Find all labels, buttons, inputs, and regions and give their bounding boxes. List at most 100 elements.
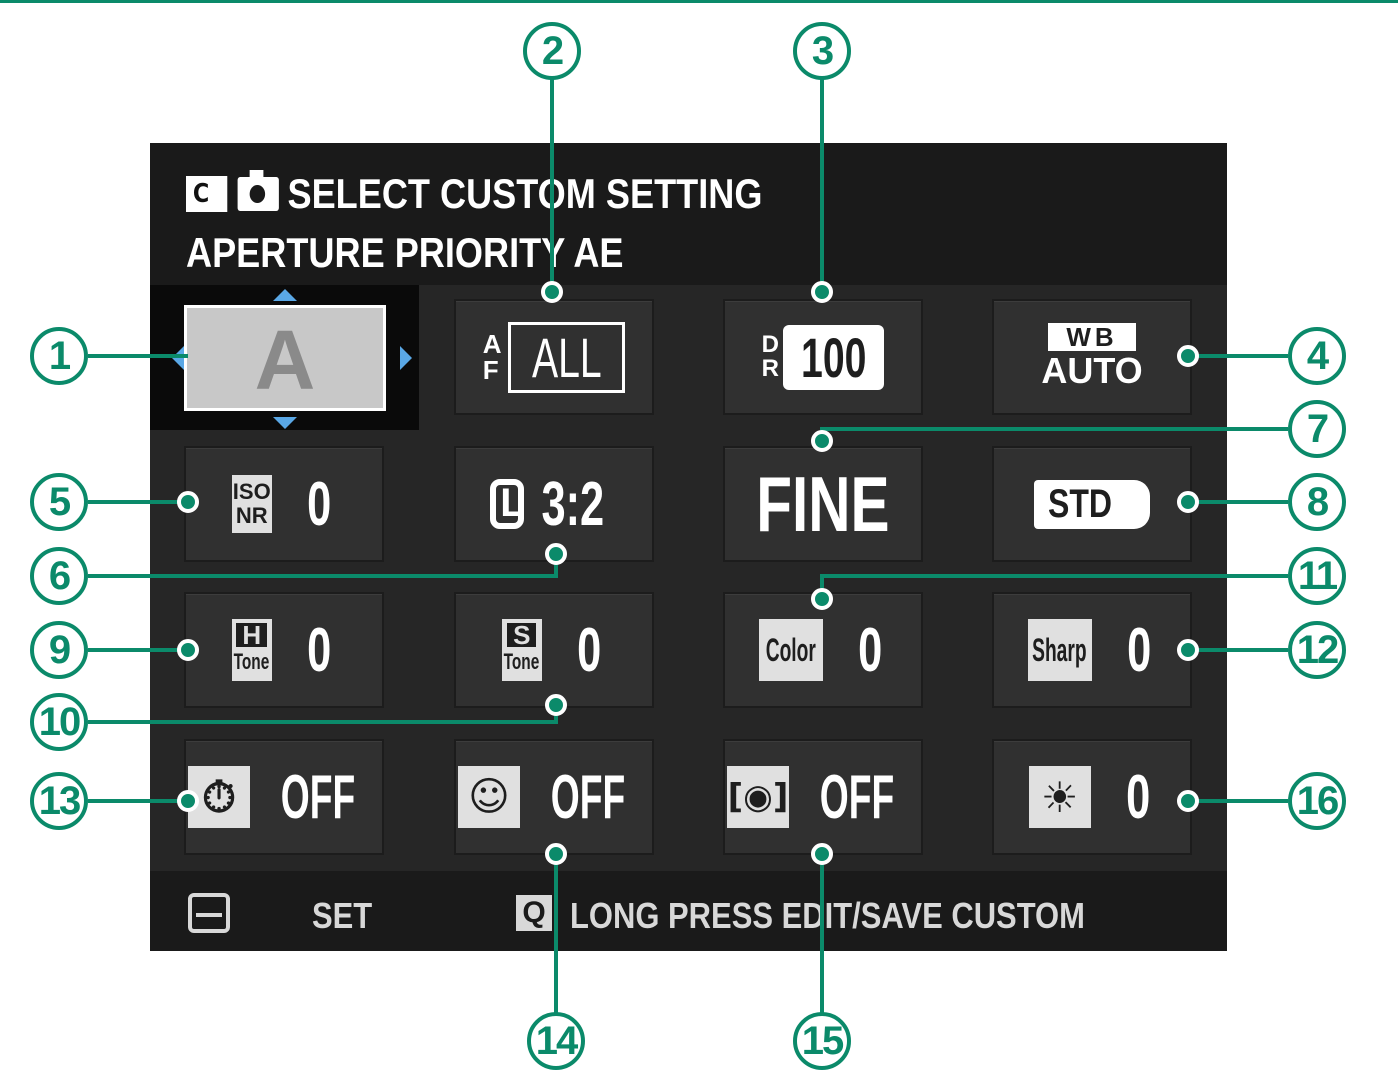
exposure-mode-tile[interactable]: A [184,305,386,411]
left-arrow-icon[interactable] [172,346,184,370]
set-label: SET [312,895,373,936]
right-arrow-icon[interactable] [400,346,412,370]
callout-line-13 [88,799,188,803]
top-rule [0,0,1398,3]
self-timer-value: OFF [280,762,356,832]
callout-dot-15 [811,843,833,865]
brightness-value: 0 [1125,762,1151,832]
callout-dot-9 [177,639,199,661]
callout-15: 15 [793,1012,851,1070]
callout-dot-4 [1177,345,1199,367]
callout-7: 7 [1288,400,1346,458]
callout-dot-10 [545,694,567,716]
callout-line-11h [820,574,1288,578]
callout-dot-8 [1177,491,1199,513]
callout-line-6h [88,574,558,578]
screen-footer: SET Q LONG PRESS EDIT/SAVE CUSTOM [150,871,1227,951]
callout-line-8 [1188,500,1288,504]
callout-dot-14 [545,843,567,865]
callout-6: 6 [30,547,88,605]
callout-1: 1 [30,327,88,385]
callout-14: 14 [527,1012,585,1070]
af-mode-tile[interactable]: AF ALL [454,299,654,415]
callout-dot-7 [811,430,833,452]
callout-line-9 [88,648,188,652]
face-detection-tile[interactable]: ☺ OFF [454,739,654,855]
screen-header: C SELECT CUSTOM SETTING APERTURE PRIORIT… [150,143,1227,285]
callout-line-10h [88,720,558,724]
callout-dot-16 [1177,790,1199,812]
q-button-icon: Q [516,895,552,931]
callout-12: 12 [1288,621,1346,679]
af-mode-value: ALL [531,325,602,389]
white-balance-tile[interactable]: WB AUTO [992,299,1192,415]
image-quality-value: FINE [756,459,890,548]
brightness-tile[interactable]: ☀ 0 [992,739,1192,855]
dr-icon: DR [761,331,779,382]
callout-11: 11 [1288,547,1346,605]
callout-3: 3 [793,22,851,80]
eye-detection-value: OFF [819,762,895,832]
page-subtitle: APERTURE PRIORITY AE [186,229,624,276]
white-balance-value: AUTO [1041,350,1143,391]
title-row: C SELECT CUSTOM SETTING [186,170,763,217]
long-press-hint: LONG PRESS EDIT/SAVE CUSTOM [570,895,1085,936]
callout-8: 8 [1288,473,1346,531]
callout-dot-5 [177,491,199,513]
callout-dot-13 [177,790,199,812]
callout-16: 16 [1288,772,1346,830]
callout-dot-2 [541,281,563,303]
eye-detection-tile[interactable]: [◉] OFF [723,739,923,855]
highlight-tone-value: 0 [306,615,332,685]
film-simulation-tile[interactable]: STD [992,446,1192,562]
callout-line-12 [1188,648,1288,652]
camera-screen: C SELECT CUSTOM SETTING APERTURE PRIORIT… [150,143,1227,951]
callout-9: 9 [30,621,88,679]
film-simulation-value: STD [1048,481,1112,526]
iso-nr-icon: ISO NR [231,475,272,533]
dynamic-range-value: 100 [800,325,867,389]
callout-dot-11 [811,588,833,610]
callout-line-16 [1188,799,1288,803]
callout-2: 2 [523,22,581,80]
command-dial-icon [188,893,230,933]
callout-4: 4 [1288,327,1346,385]
callout-line-4 [1188,354,1288,358]
callout-dot-12 [1177,639,1199,661]
iso-nr-tile[interactable]: ISO NR 0 [184,446,384,562]
animal-detection-icon: [◉] [727,766,789,828]
exposure-mode-value: A [254,313,316,407]
self-timer-tile[interactable]: ⏱ OFF [184,739,384,855]
callout-10: 10 [30,693,88,751]
shadow-tone-value: 0 [576,615,602,685]
shadow-tone-icon: S Tone [501,619,542,681]
image-size-icon: L [490,479,525,529]
sharpness-tile[interactable]: Sharp 0 [992,592,1192,708]
callout-line-1 [88,354,188,358]
wb-icon: WB [1048,323,1136,351]
af-icon: AF [482,329,502,385]
down-arrow-icon[interactable] [273,417,297,429]
callout-dot-6 [545,543,567,565]
image-quality-tile[interactable]: FINE [723,446,923,562]
color-icon: Color [758,619,823,681]
image-size-value: 3:2 [541,469,605,539]
highlight-tone-tile[interactable]: H Tone 0 [184,592,384,708]
dynamic-range-tile[interactable]: DR 100 [723,299,923,415]
face-detection-icon: ☺ [458,766,520,828]
camera-icon [237,170,279,211]
custom-setting-icon: C [186,176,228,212]
highlight-tone-icon: H Tone [231,619,272,681]
callout-line-3 [820,70,824,292]
sun-icon: ☀ [1028,766,1091,828]
sharpness-value: 0 [1126,615,1152,685]
page-title: SELECT CUSTOM SETTING [287,170,763,217]
film-simulation-icon: STD [1034,479,1150,529]
callout-line-5 [88,500,188,504]
up-arrow-icon[interactable] [273,289,297,301]
shadow-tone-tile[interactable]: S Tone 0 [454,592,654,708]
face-detection-value: OFF [550,762,626,832]
iso-nr-value: 0 [306,469,332,539]
color-value: 0 [857,615,883,685]
callout-line-14 [554,854,558,1014]
